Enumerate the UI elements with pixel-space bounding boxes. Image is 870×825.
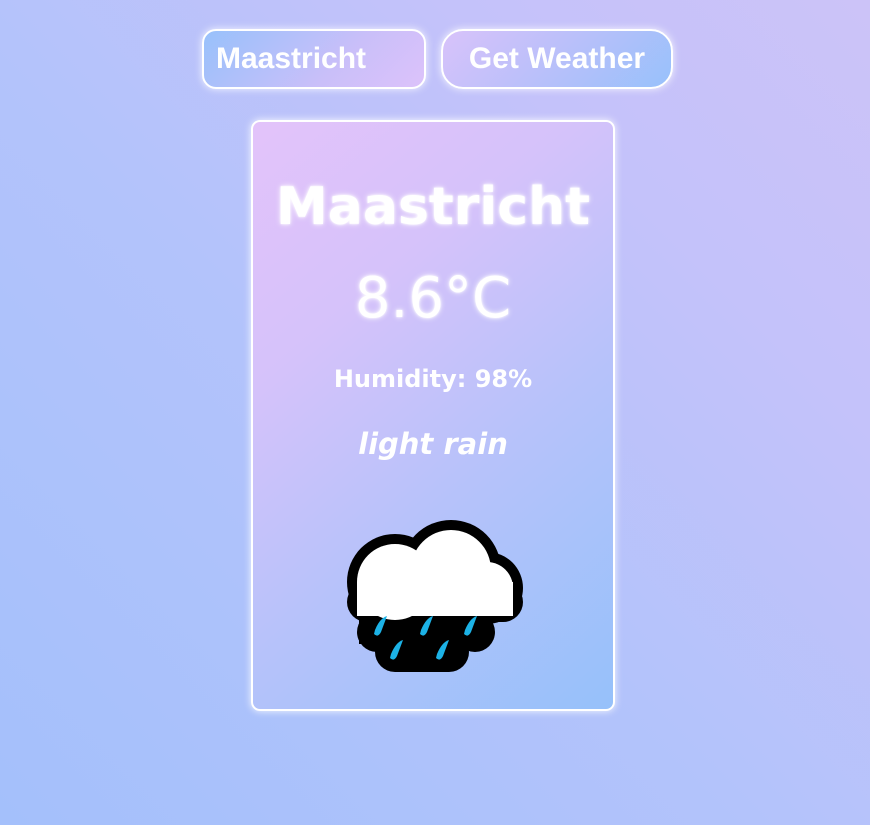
rain-cloud-icon <box>347 520 523 672</box>
weather-card: Maastricht 8.6°C Humidity: 98% light rai… <box>251 120 615 711</box>
city-input[interactable] <box>202 29 426 89</box>
get-weather-button[interactable]: Get Weather <box>441 29 673 89</box>
temperature: 8.6°C <box>354 266 512 331</box>
weather-description: light rain <box>358 427 508 461</box>
humidity: Humidity: 98% <box>333 365 533 393</box>
city-name: Maastricht <box>276 177 590 237</box>
search-bar: Get Weather <box>202 29 674 91</box>
